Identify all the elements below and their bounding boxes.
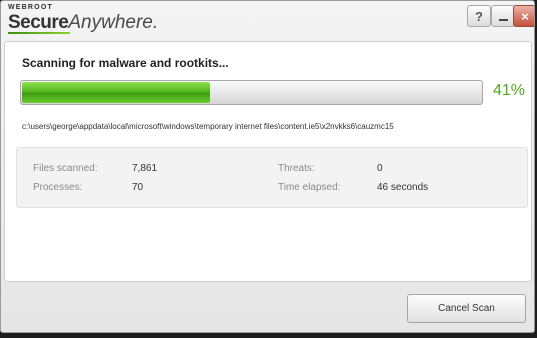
threats-value: 0 [377,163,383,174]
webroot-logo: WEBROOT SecureAnywhere. [8,4,158,34]
processes-value: 70 [132,182,144,193]
scan-progress-fill [22,82,210,103]
logo-product-name: SecureAnywhere. [8,12,158,34]
close-icon: × [521,8,529,24]
scan-panel: Scanning for malware and rootkits... 41%… [4,41,532,282]
cancel-scan-button[interactable]: Cancel Scan [407,294,526,323]
help-icon: ? [475,8,483,24]
scan-window: WEBROOT SecureAnywhere. ? × Scanning for… [0,0,535,333]
scan-heading: Scanning for malware and rootkits... [22,56,229,70]
threats-label: Threats: [278,163,315,174]
time-elapsed-value: 46 seconds [377,182,429,193]
logo-brand-text: WEBROOT [8,4,53,11]
logo-anywhere-text: Anywhere. [68,12,159,33]
scan-progress-bar [20,80,483,105]
minimize-icon [498,19,508,21]
files-scanned-label: Files scanned: [33,163,98,174]
processes-label: Processes: [33,182,83,193]
current-file-path: c:\users\george\appdata\local\microsoft\… [22,122,394,131]
close-button[interactable]: × [513,5,534,27]
scan-stats-box: Files scanned: 7,861 Threats: 0 Processe… [16,147,528,208]
help-button[interactable]: ? [467,5,491,27]
files-scanned-value: 7,861 [132,163,158,174]
logo-secure-text: Secure [8,12,69,33]
time-elapsed-label: Time elapsed: [278,182,341,193]
minimize-button[interactable] [491,5,515,27]
scan-progress-percent: 41% [493,82,526,99]
